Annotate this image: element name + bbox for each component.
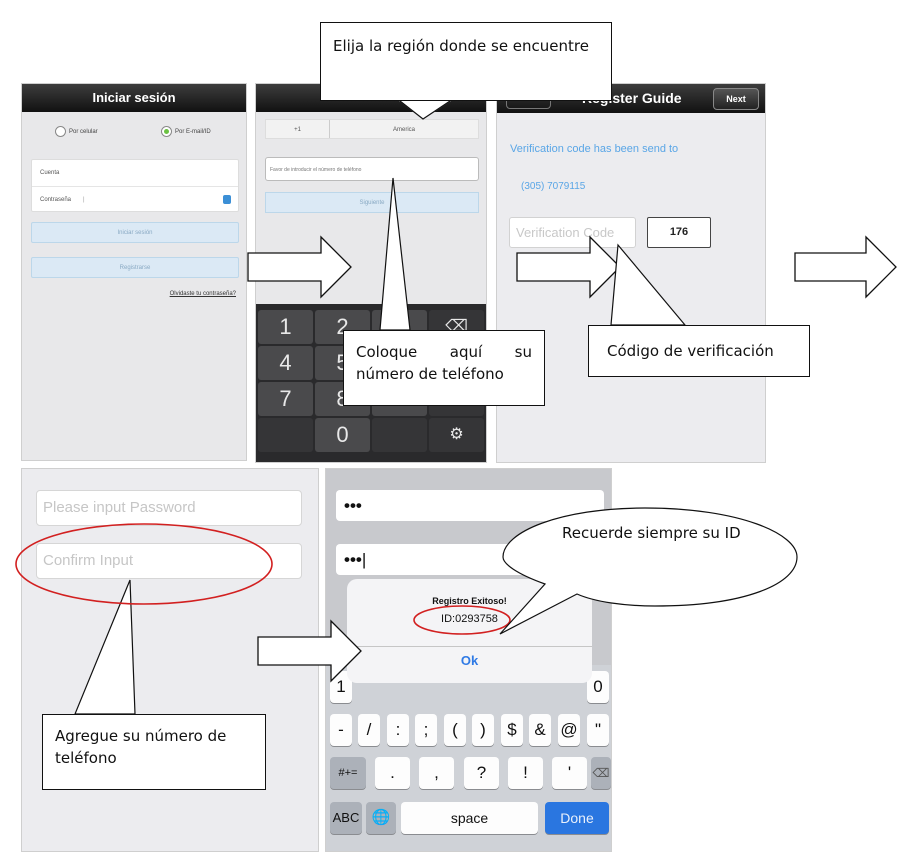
callout-add-phone: Agregue su número de teléfono xyxy=(42,714,266,790)
callout-region: Elija la región donde se encuentre xyxy=(320,22,612,101)
callout-region-text: Elija la región donde se encuentre xyxy=(333,37,589,55)
callout-phone: Coloque aquí su número de teléfono xyxy=(343,330,545,406)
callout-verification: Código de verificación xyxy=(588,325,810,377)
callout-add-phone-text: Agregue su número de teléfono xyxy=(55,727,227,767)
callout-verification-text: Código de verificación xyxy=(607,342,774,360)
callout-phone-text: Coloque aquí su número de teléfono xyxy=(356,343,532,383)
callout-remember-id: Recuerde siempre su ID xyxy=(562,524,741,542)
